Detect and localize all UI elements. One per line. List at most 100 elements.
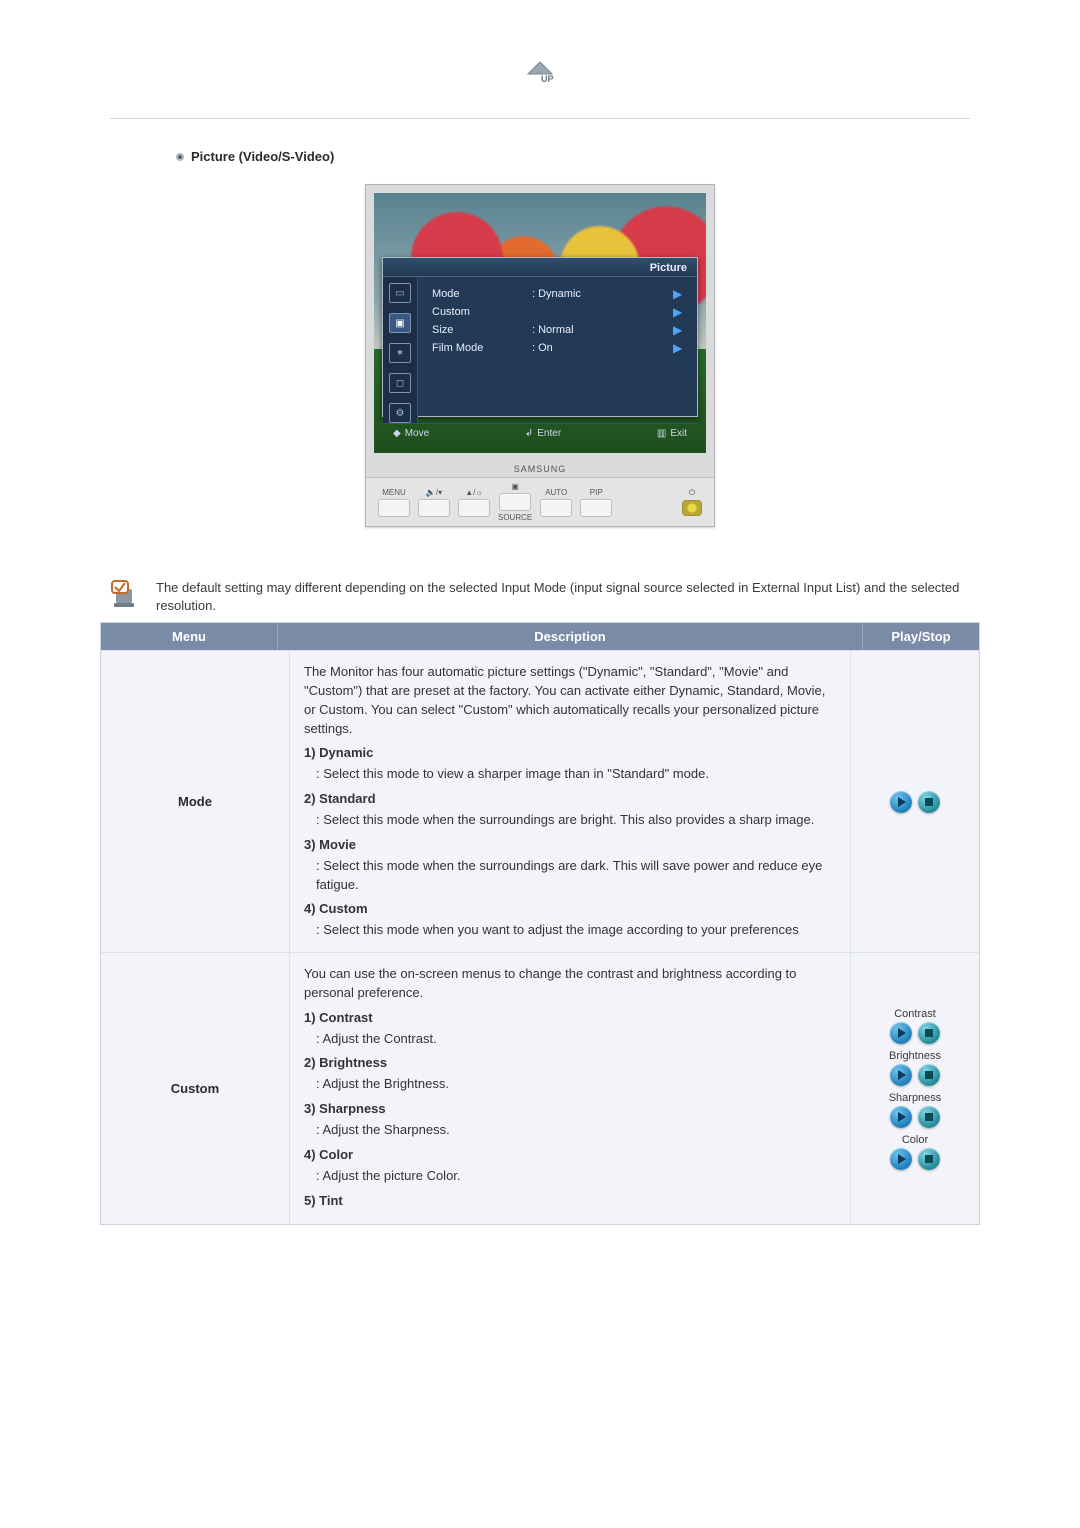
check-note-icon (110, 577, 144, 612)
brightness-icon: ▲/☼ (465, 488, 482, 497)
osd-row-size[interactable]: Size : Normal ▶ (432, 321, 687, 339)
pip-button[interactable] (580, 499, 612, 517)
stop-button[interactable] (918, 791, 940, 813)
osd-cat-picture-icon[interactable]: ▣ (389, 313, 411, 333)
stop-button[interactable] (918, 1022, 940, 1044)
monitor-frame: Picture ▭ ▣ ✶ ◻ ⚙ Mode : Dynamic (365, 184, 715, 527)
auto-button-group: AUTO (540, 488, 572, 517)
play-button[interactable] (890, 1064, 912, 1086)
chevron-right-icon: ▶ (673, 305, 687, 319)
osd-rows: Mode : Dynamic ▶ Custom ▶ Size (418, 277, 697, 423)
osd-row-label: Custom (432, 306, 532, 318)
desc-item-title: 2) Standard (304, 791, 376, 806)
section-divider (110, 118, 970, 119)
desc-item-text: : Select this mode when the surroundings… (304, 811, 836, 830)
monitor-buttons: MENU 🔈/▾ ▲/☼ ▣ SOURCE AUTO (366, 477, 714, 526)
osd-row-filmmode[interactable]: Film Mode : On ▶ (432, 339, 687, 357)
power-button[interactable] (682, 500, 702, 516)
play-button[interactable] (890, 791, 912, 813)
osd-row-custom[interactable]: Custom ▶ (432, 303, 687, 321)
playstop-label: Sharpness (889, 1092, 942, 1104)
playstop-group: Brightness (889, 1050, 941, 1086)
note-text: The default setting may different depend… (156, 577, 980, 614)
osd-category-icons: ▭ ▣ ✶ ◻ ⚙ (383, 277, 418, 423)
osd-row-value: : On (532, 342, 673, 354)
stop-button[interactable] (918, 1064, 940, 1086)
row-description: The Monitor has four automatic picture s… (290, 651, 851, 952)
table-row: Custom You can use the on-screen menus t… (101, 952, 979, 1224)
vol-down-button[interactable] (418, 499, 450, 517)
source-button-label: SOURCE (498, 513, 532, 522)
osd-row-label: Film Mode (432, 342, 532, 354)
desc-item-text: : Select this mode when you want to adju… (304, 921, 836, 940)
section-title: Picture (Video/S-Video) (191, 149, 334, 164)
osd-title: Picture (383, 258, 697, 277)
osd-hint-exit-label: Exit (670, 428, 687, 439)
desc-item-title: 3) Sharpness (304, 1101, 386, 1116)
osd-cat-sound-icon[interactable]: ✶ (389, 343, 411, 363)
row-playstop: Contrast Brightness Sharpness (851, 953, 979, 1224)
desc-item-title: 5) Tint (304, 1193, 343, 1208)
desc-item-text: : Select this mode when the surroundings… (304, 857, 836, 895)
table-header: Menu Description Play/Stop (101, 622, 979, 650)
desc-item-title: 4) Color (304, 1147, 353, 1162)
menu-button[interactable] (378, 499, 410, 517)
osd-row-mode[interactable]: Mode : Dynamic ▶ (432, 285, 687, 303)
osd-row-label: Size (432, 324, 532, 336)
bullet-icon (175, 152, 185, 162)
desc-item-text: : Adjust the Sharpness. (304, 1121, 836, 1140)
playstop-label: Contrast (894, 1008, 936, 1020)
desc-item-title: 1) Dynamic (304, 745, 373, 760)
note-row: The default setting may different depend… (110, 577, 980, 614)
desc-item-text: : Adjust the picture Color. (304, 1167, 836, 1186)
osd-row-value: : Normal (532, 324, 673, 336)
up-icon[interactable]: UP (522, 60, 558, 88)
power-icon: ⏻ (689, 488, 695, 498)
chevron-right-icon: ▶ (673, 323, 687, 337)
osd-hint-exit: ▥ Exit (657, 428, 687, 439)
speaker-icon: 🔈/▾ (426, 488, 442, 497)
osd-hint-enter: ↲ Enter (525, 428, 561, 439)
playstop-pair (890, 1106, 940, 1128)
desc-item-title: 1) Contrast (304, 1010, 373, 1025)
play-button[interactable] (890, 1148, 912, 1170)
play-button[interactable] (890, 1106, 912, 1128)
osd-row-label: Mode (432, 288, 532, 300)
osd-cat-pip-icon[interactable]: ◻ (389, 373, 411, 393)
playstop-group: Contrast (890, 1008, 940, 1044)
chevron-right-icon: ▶ (673, 287, 687, 301)
osd-hint-enter-label: Enter (537, 428, 561, 439)
playstop-pair (890, 1064, 940, 1086)
desc-item-title: 4) Custom (304, 901, 368, 916)
section-title-row: Picture (Video/S-Video) (175, 149, 1080, 164)
osd-cat-input-icon[interactable]: ▭ (389, 283, 411, 303)
playstop-pair (890, 1148, 940, 1170)
menu-button-group: MENU (378, 488, 410, 517)
stop-button[interactable] (918, 1106, 940, 1128)
desc-item-title: 2) Brightness (304, 1055, 387, 1070)
stop-button[interactable] (918, 1148, 940, 1170)
settings-table: Menu Description Play/Stop Mode The Moni… (100, 622, 980, 1225)
osd-hint-move: ◆ Move (393, 428, 429, 439)
th-menu: Menu (101, 623, 278, 650)
source-button-group: 🔈/▾ (418, 488, 450, 517)
playstop-pair (890, 1022, 940, 1044)
desc-item-text: : Select this mode to view a sharper ima… (304, 765, 836, 784)
menu-button-label: MENU (382, 488, 406, 497)
osd-cat-setup-icon[interactable]: ⚙ (389, 403, 411, 423)
playstop-group: Color (890, 1134, 940, 1170)
playstop-pair (890, 791, 940, 813)
desc-item-text: : Adjust the Brightness. (304, 1075, 836, 1094)
brand-label: SAMSUNG (366, 461, 714, 477)
desc-item-title: 3) Movie (304, 837, 356, 852)
enter-source-button[interactable] (499, 493, 531, 511)
desc-intro: You can use the on-screen menus to chang… (304, 965, 836, 1003)
auto-button[interactable] (540, 499, 572, 517)
desc-item-text: : Adjust the Contrast. (304, 1030, 836, 1049)
pip-button-label: PIP (590, 488, 603, 497)
bright-button[interactable] (458, 499, 490, 517)
row-description: You can use the on-screen menus to chang… (290, 953, 851, 1224)
playstop-group: Sharpness (889, 1092, 942, 1128)
pip-button-group: PIP (580, 488, 612, 517)
play-button[interactable] (890, 1022, 912, 1044)
